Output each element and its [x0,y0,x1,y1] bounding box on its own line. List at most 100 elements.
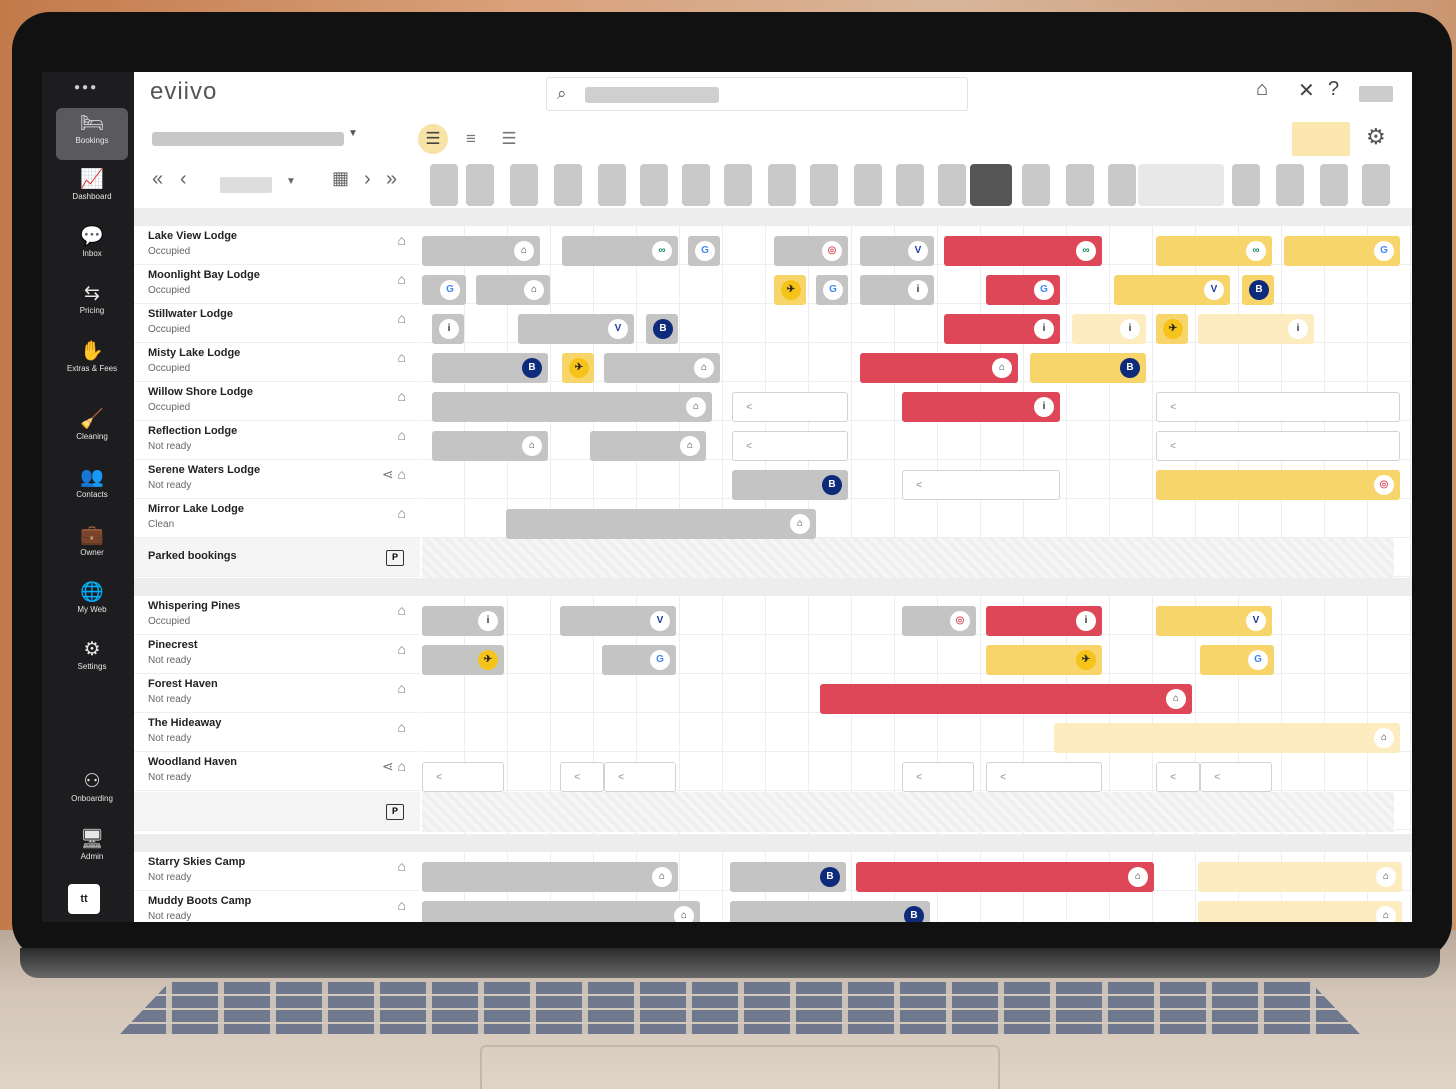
booking-bar[interactable]: i [422,606,504,636]
new-booking-button[interactable] [1292,122,1350,156]
date-cell[interactable] [1066,164,1094,206]
date-cell[interactable] [896,164,924,206]
booking-bar[interactable]: G [602,645,676,675]
booking-bar[interactable]: ⌂ [506,509,816,539]
booking-bar[interactable]: ◎ [1156,470,1400,500]
booking-bar[interactable]: i [944,314,1060,344]
parked-bookings-row[interactable]: Parked bookings P [134,538,420,577]
booking-bar[interactable]: ◎ [902,606,976,636]
available-slot[interactable]: < [1156,762,1200,792]
booking-bar[interactable]: V [1156,606,1272,636]
booking-bar[interactable]: ⌂ [856,862,1154,892]
room-row[interactable]: Moonlight Bay Lodge Occupied ⌂ [134,265,420,304]
booking-bar[interactable]: ✈ [422,645,504,675]
close-icon[interactable]: ✕ [1298,78,1315,103]
date-cell[interactable] [682,164,710,206]
sidebar-item-dashboard[interactable]: 📈 Dashboard [56,164,128,216]
date-cell[interactable] [1022,164,1050,206]
booking-bar[interactable]: G [816,275,848,305]
search-input[interactable] [585,87,719,103]
sidebar-item-owner[interactable]: 💼 Owner [56,520,128,572]
room-row[interactable]: Stillwater Lodge Occupied ⌂ [134,304,420,343]
sidebar-item-cleaning[interactable]: 🧹 Cleaning [56,404,128,456]
date-cell[interactable] [1108,164,1136,206]
booking-bar[interactable]: ⌂ [422,236,540,266]
booking-bar[interactable]: ⌂ [422,862,678,892]
booking-bar[interactable]: V [518,314,634,344]
user-menu[interactable] [1359,86,1393,102]
booking-bar[interactable]: G [422,275,466,305]
booking-bar[interactable]: B [732,470,848,500]
room-row[interactable]: Misty Lake Lodge Occupied ⌂ [134,343,420,382]
booking-bar[interactable]: G [1200,645,1274,675]
booking-bar[interactable]: ∞ [944,236,1102,266]
parked-badge[interactable]: P [386,804,404,820]
date-cell[interactable] [1276,164,1304,206]
sidebar-item-my-web[interactable]: 🌐 My Web [56,577,128,629]
search-box[interactable]: ⌕ [546,77,968,111]
room-row[interactable]: Willow Shore Lodge Occupied ⌂ [134,382,420,421]
booking-bar[interactable]: ⌂ [422,901,700,922]
booking-bar[interactable]: G [688,236,720,266]
date-cell-today[interactable] [970,164,1012,206]
booking-bar[interactable]: B [646,314,678,344]
booking-bar[interactable]: i [860,275,934,305]
booking-bar[interactable]: i [432,314,464,344]
room-row[interactable]: Muddy Boots Camp Not ready ⌂ [134,891,420,922]
property-select[interactable] [152,132,344,146]
booking-bar[interactable]: ◎ [774,236,848,266]
avatar[interactable]: tt [68,884,100,914]
date-cell[interactable] [554,164,582,206]
booking-bar[interactable]: B [730,862,846,892]
broom-icon[interactable]: ⌂ [398,505,406,521]
date-cell[interactable] [640,164,668,206]
booking-bar[interactable]: ⌂ [1198,862,1402,892]
booking-bar[interactable]: B [432,353,548,383]
broom-icon[interactable]: ⌂ [398,897,406,913]
available-slot[interactable]: < [422,762,504,792]
room-row[interactable]: Serene Waters Lodge Not ready ⋖ ⌂ [134,460,420,499]
booking-bar[interactable]: ⌂ [820,684,1192,714]
booking-bar[interactable]: G [1284,236,1400,266]
chevron-right-icon[interactable]: › [364,168,371,191]
available-slot[interactable]: < [732,392,848,422]
date-cell[interactable] [430,164,458,206]
broom-icon[interactable]: ⌂ [398,310,406,326]
double-chevron-right-icon[interactable]: » [386,168,397,191]
booking-bar[interactable]: G [986,275,1060,305]
room-row[interactable]: Lake View Lodge Occupied ⌂ [134,226,420,265]
available-slot[interactable]: < [902,470,1060,500]
date-cell[interactable] [724,164,752,206]
room-row[interactable]: Starry Skies Camp Not ready ⌂ [134,852,420,891]
share-cleaning-icons[interactable]: ⋖ ⌂ [382,758,406,775]
building-icon[interactable]: ⌂ [1256,78,1268,101]
booking-bar[interactable]: i [1198,314,1314,344]
room-row[interactable]: The Hideaway Not ready ⌂ [134,713,420,752]
date-cell[interactable] [510,164,538,206]
sidebar-item-onboarding[interactable]: ⚇ Onboarding [56,766,128,818]
date-cell[interactable] [854,164,882,206]
date-cell[interactable] [810,164,838,206]
date-field[interactable] [220,177,272,193]
booking-bar[interactable]: ⌂ [1198,901,1402,922]
room-row[interactable]: Pinecrest Not ready ⌂ [134,635,420,674]
booking-bar[interactable]: V [1114,275,1230,305]
broom-icon[interactable]: ⌂ [398,858,406,874]
date-cell[interactable] [1362,164,1390,206]
date-cell[interactable] [1138,164,1224,206]
booking-bar[interactable]: B [1030,353,1146,383]
booking-bar[interactable]: B [1242,275,1274,305]
calendar-icon[interactable]: ▦ [332,168,349,189]
available-slot[interactable]: < [1156,431,1400,461]
booking-bar[interactable]: ⌂ [476,275,550,305]
booking-bar[interactable]: ⌂ [432,392,712,422]
date-cell[interactable] [598,164,626,206]
broom-icon[interactable]: ⌂ [398,641,406,657]
booking-bar[interactable]: i [902,392,1060,422]
chevron-down-icon[interactable]: ▼ [286,176,296,187]
broom-icon[interactable]: ⌂ [398,271,406,287]
broom-icon[interactable]: ⌂ [398,719,406,735]
date-cell[interactable] [466,164,494,206]
help-icon[interactable]: ? [1328,78,1339,101]
booking-bar[interactable]: i [986,606,1102,636]
